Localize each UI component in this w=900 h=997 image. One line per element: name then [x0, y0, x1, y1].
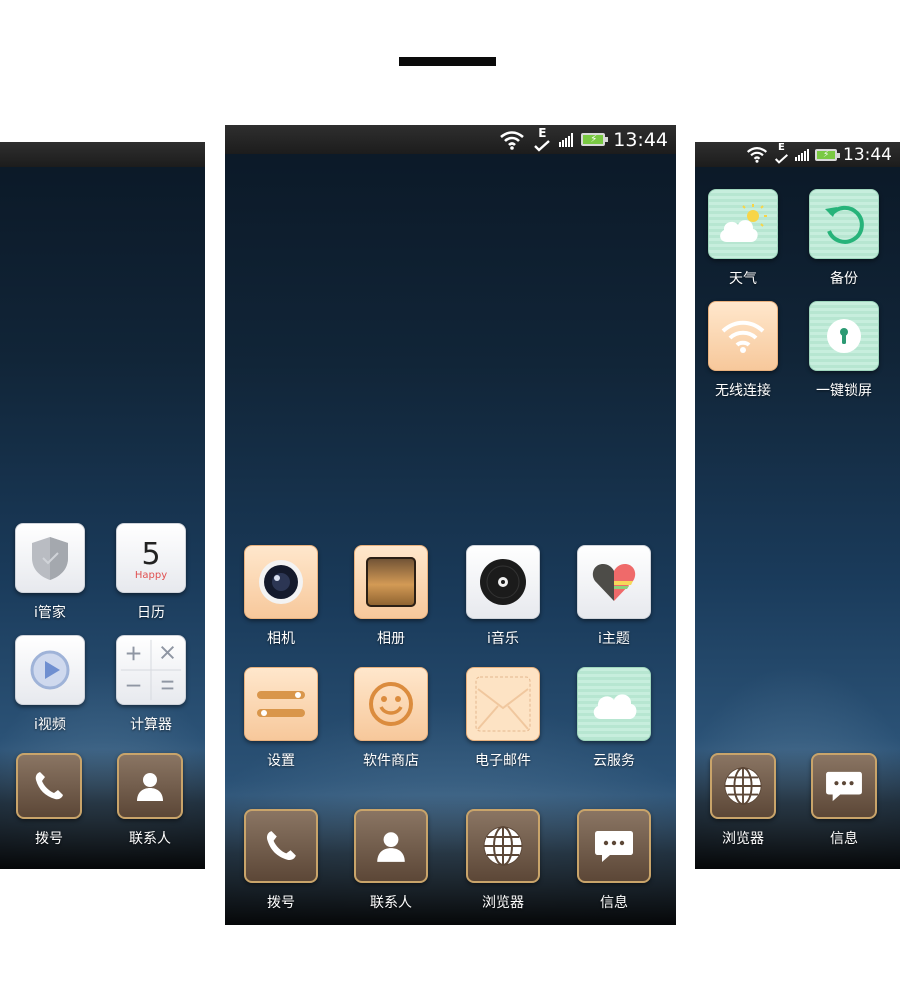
- wifi-signal-icon: [500, 130, 525, 150]
- settings-sliders-icon: [244, 667, 318, 741]
- calendar-day: 5: [141, 536, 161, 572]
- app-label: 软件商店: [363, 753, 419, 769]
- data-network-icon: E: [533, 126, 551, 152]
- app-lockscreen[interactable]: 一键锁屏: [799, 301, 889, 400]
- app-guardian[interactable]: i管家: [5, 523, 95, 622]
- gallery-icon: [354, 545, 428, 619]
- status-icons: E ⚡ 13:44: [746, 142, 892, 167]
- weather-icon: [708, 189, 778, 259]
- app-camera[interactable]: 相机: [236, 545, 326, 648]
- app-music[interactable]: i音乐: [458, 545, 548, 648]
- app-label: 电子邮件: [475, 753, 531, 769]
- dock: 拨号 联系人 浏览器 信息: [225, 795, 676, 925]
- app-backup[interactable]: 备份: [799, 189, 889, 288]
- dock-contacts[interactable]: 联系人: [346, 809, 436, 912]
- app-label: 浏览器: [482, 895, 524, 911]
- app-label: 日历: [137, 605, 165, 621]
- contact-icon: [117, 753, 183, 819]
- pager-indicator-bar: [399, 57, 496, 66]
- status-icons: E ⚡ 13:44: [499, 125, 668, 154]
- message-icon: [811, 753, 877, 819]
- app-label: 无线连接: [715, 383, 771, 399]
- status-clock: 13:44: [843, 144, 892, 165]
- wifi-icon: [708, 301, 778, 371]
- app-label: i主题: [598, 631, 630, 647]
- calendar-icon: 5 Happy: [116, 523, 186, 593]
- status-bar: [0, 142, 205, 167]
- app-label: 设置: [267, 753, 295, 769]
- music-disc-icon: [466, 545, 540, 619]
- app-label: i管家: [34, 605, 66, 621]
- app-weather[interactable]: 天气: [698, 189, 788, 288]
- lock-icon: [809, 301, 879, 371]
- dock-messages[interactable]: 信息: [569, 809, 659, 912]
- envelope-icon: [466, 667, 540, 741]
- phone-icon: [16, 753, 82, 819]
- cell-signal-icon: [795, 148, 809, 161]
- app-label: 联系人: [370, 895, 412, 911]
- status-bar: E ⚡ 13:44: [695, 142, 900, 167]
- app-label: 浏览器: [722, 831, 764, 847]
- app-label: 信息: [600, 895, 628, 911]
- app-label: 拨号: [267, 895, 295, 911]
- app-store[interactable]: 软件商店: [346, 667, 436, 770]
- message-icon: [577, 809, 651, 883]
- app-label: 拨号: [35, 831, 63, 847]
- app-wifi[interactable]: 无线连接: [698, 301, 788, 400]
- center-home-screen: E ⚡ 13:44 相机 相册 i音乐 i主题 设置 软件商店 电子邮件 云服务…: [225, 125, 676, 925]
- video-play-icon: [15, 635, 85, 705]
- backup-icon: [809, 189, 879, 259]
- app-cloud[interactable]: 云服务: [569, 667, 659, 770]
- calendar-caption: Happy: [134, 569, 168, 581]
- app-label: i视频: [34, 717, 66, 733]
- app-gallery[interactable]: 相册: [346, 545, 436, 648]
- left-home-screen: i管家 5 Happy 日历 i视频 计算器 拨号 联系人: [0, 142, 205, 869]
- app-label: i音乐: [487, 631, 519, 647]
- app-label: 天气: [729, 271, 757, 287]
- dock-contacts[interactable]: 联系人: [105, 753, 195, 848]
- app-label: 云服务: [593, 753, 635, 769]
- app-calendar[interactable]: 5 Happy 日历: [106, 523, 196, 622]
- camera-icon: [244, 545, 318, 619]
- contact-icon: [354, 809, 428, 883]
- cloud-icon: [577, 667, 651, 741]
- cell-signal-icon: [559, 132, 574, 147]
- app-label: 相册: [377, 631, 405, 647]
- dock-dialer[interactable]: 拨号: [4, 753, 94, 848]
- app-label: 联系人: [129, 831, 171, 847]
- smile-store-icon: [354, 667, 428, 741]
- data-network-icon: E: [774, 142, 789, 165]
- dock-browser[interactable]: 浏览器: [458, 809, 548, 912]
- theme-heart-icon: [577, 545, 651, 619]
- app-video[interactable]: i视频: [5, 635, 95, 734]
- app-theme[interactable]: i主题: [569, 545, 659, 648]
- battery-icon: ⚡: [581, 133, 609, 146]
- dock: 拨号 联系人: [0, 749, 205, 869]
- dock-messages[interactable]: 信息: [799, 753, 889, 848]
- dock: 浏览器 信息: [695, 749, 900, 869]
- battery-icon: ⚡: [815, 148, 840, 161]
- app-label: 相机: [267, 631, 295, 647]
- status-bar: E ⚡ 13:44: [225, 125, 676, 154]
- app-label: 一键锁屏: [816, 383, 872, 399]
- right-home-screen: E ⚡ 13:44 天气 备份 无线连接 一键锁屏 浏览器 信息: [695, 142, 900, 869]
- app-label: 信息: [830, 831, 858, 847]
- dock-browser[interactable]: 浏览器: [698, 753, 788, 848]
- status-clock: 13:44: [613, 128, 668, 151]
- app-label: 计算器: [130, 717, 172, 733]
- calculator-icon: [116, 635, 186, 705]
- phone-icon: [244, 809, 318, 883]
- shield-icon: [15, 523, 85, 593]
- app-calculator[interactable]: 计算器: [106, 635, 196, 734]
- wifi-signal-icon: [746, 147, 768, 163]
- app-settings[interactable]: 设置: [236, 667, 326, 770]
- dock-dialer[interactable]: 拨号: [236, 809, 326, 912]
- globe-icon: [466, 809, 540, 883]
- app-label: 备份: [830, 271, 858, 287]
- globe-icon: [710, 753, 776, 819]
- app-email[interactable]: 电子邮件: [458, 667, 548, 770]
